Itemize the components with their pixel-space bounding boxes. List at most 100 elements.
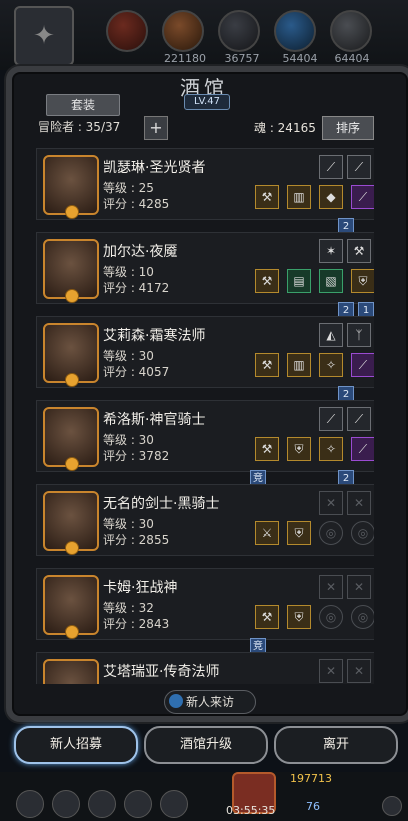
gem-amount: 76	[306, 800, 320, 813]
hero-portrait[interactable]	[43, 575, 99, 639]
hero-card[interactable]: 加尔达·夜魇 等级 : 10 评分 : 4172 ✶ ⚒ ⚒ ▤ ▧ ⛨	[36, 232, 374, 304]
hero-card[interactable]: 凯瑟琳·圣光贤者 等级 : 25 评分 : 4285 ⟋ ⟋ ⚒ ▥ ◆ ⟋	[36, 148, 374, 220]
staff-icon[interactable]: ⟋	[351, 185, 374, 209]
add-adventurer-button[interactable]: +	[144, 116, 168, 140]
hero-card[interactable]: 希洛斯·神官骑士 等级 : 30 评分 : 3782 ⟋ ⟋ ⚒ ⛨ ✧ ⟋	[36, 400, 374, 472]
hero-card[interactable]: 艾塔瑞亚·传奇法师等级 ✕✕	[36, 652, 374, 684]
hammer-icon[interactable]: ⚒	[347, 239, 371, 263]
new-visitor-label: 新人来访	[185, 695, 234, 709]
tavern-level-badge: LV.47	[184, 94, 230, 110]
hero-card[interactable]: 艾莉森·霜寒法师 等级 : 30 评分 : 4057 ◭ ᛉ ⚒ ▥ ✧ ⟋	[36, 316, 374, 388]
leave-button[interactable]: 离开	[274, 726, 398, 764]
empty-slot-icon[interactable]: ✕	[347, 659, 371, 683]
mace-icon[interactable]: ⚒	[255, 269, 279, 293]
hero-name: 凯瑟琳·圣光贤者	[103, 160, 206, 176]
guild-emblem-icon[interactable]: ✦	[14, 6, 74, 66]
menu-round-icon-3[interactable]	[88, 790, 116, 818]
blue-orb-icon[interactable]	[274, 10, 316, 52]
adventurer-count: 冒险者 : 35/37	[38, 120, 121, 134]
wand-icon[interactable]: ⚒	[255, 353, 279, 377]
hero-card[interactable]: 无名的剑士·黑骑士 等级 : 30 评分 : 2855 ✕ ✕ ⚔ ⛨ ◎ ◎	[36, 484, 374, 556]
tome-icon[interactable]: ▥	[287, 353, 311, 377]
menu-round-icon-1[interactable]	[16, 790, 44, 818]
hero-name: 艾莉森·霜寒法师	[103, 328, 206, 344]
staff-icon[interactable]: ⟋	[351, 353, 374, 377]
tome-icon[interactable]: ▥	[287, 185, 311, 209]
scroll-icon[interactable]: ▤	[287, 269, 311, 293]
talisman-icon[interactable]: ✧	[319, 353, 343, 377]
steel-orb-icon[interactable]	[218, 10, 260, 52]
menu-round-icon-5[interactable]	[160, 790, 188, 818]
hero-level: 等级 : 10	[103, 265, 154, 279]
staff-icon[interactable]: ⟋	[347, 407, 371, 431]
empty-slot-icon[interactable]: ✕	[319, 659, 343, 683]
upgrade-tavern-button[interactable]: 酒馆升级	[144, 726, 268, 764]
hero-portrait[interactable]	[43, 407, 99, 471]
wand-icon[interactable]: ⚒	[255, 185, 279, 209]
ring-icon[interactable]: ◎	[319, 521, 343, 545]
cloak-icon[interactable]: ▧	[319, 269, 343, 293]
hero-portrait[interactable]	[43, 155, 99, 219]
resource-value-4: 64404	[334, 52, 370, 65]
hero-rank-badge-icon	[65, 541, 79, 555]
visitor-icon	[169, 694, 183, 708]
coin-amount: 197713	[290, 772, 332, 785]
hero-portrait[interactable]	[43, 491, 99, 555]
hero-level: 等级 : 32	[103, 601, 154, 615]
soul-count: 魂 : 24165	[254, 121, 316, 135]
empty-slot-icon[interactable]: ✕	[347, 491, 371, 515]
set-tab-button[interactable]: 套装	[46, 94, 120, 116]
hero-portrait[interactable]	[43, 323, 99, 387]
gift-timer: 03:55:35	[226, 804, 276, 817]
hammer-icon[interactable]: ⚒	[255, 437, 279, 461]
bat-icon[interactable]: ✶	[319, 239, 343, 263]
ring-icon[interactable]: ◎	[351, 605, 374, 629]
empty-slot-icon[interactable]: ✕	[319, 491, 343, 515]
add-plus-icon[interactable]	[382, 796, 402, 816]
hero-rank-badge-icon	[65, 205, 79, 219]
recruit-button[interactable]: 新人招募	[14, 726, 138, 764]
silver-orb-icon[interactable]	[330, 10, 372, 52]
hero-name: 希洛斯·神官骑士	[103, 412, 206, 428]
axe-icon[interactable]: ⚒	[255, 605, 279, 629]
ring-icon[interactable]: ◎	[351, 521, 374, 545]
sort-button[interactable]: 排序	[322, 116, 374, 140]
hero-card[interactable]: 卡姆·狂战神 等级 : 32 评分 : 2843 ✕ ✕ ⚒ ⛨ ◎ ◎	[36, 568, 374, 640]
hero-level: 等级 : 30	[103, 433, 154, 447]
empty-slot-icon[interactable]: ✕	[347, 575, 371, 599]
hero-score: 评分 : 4172	[103, 281, 170, 295]
armor-icon[interactable]: ⛨	[351, 269, 374, 293]
ring-icon[interactable]: ◎	[319, 605, 343, 629]
hero-level: 等级	[103, 683, 127, 684]
talisman-icon[interactable]: ✧	[319, 437, 343, 461]
menu-round-icon-2[interactable]	[52, 790, 80, 818]
gem-icon[interactable]: ◆	[319, 185, 343, 209]
hero-score: 评分 : 4057	[103, 365, 170, 379]
hero-list[interactable]: 凯瑟琳·圣光贤者 等级 : 25 评分 : 4285 ⟋ ⟋ ⚒ ▥ ◆ ⟋ 2 加尔达·夜魇 等级 …	[36, 144, 374, 684]
armor-icon[interactable]: ⛨	[287, 605, 311, 629]
hero-portrait[interactable]	[43, 659, 99, 684]
resource-value-1: 221180	[164, 52, 206, 65]
sword-icon[interactable]: ⚔	[255, 521, 279, 545]
armor-icon[interactable]: ⛨	[287, 437, 311, 461]
resource-value-2: 36757	[224, 52, 260, 65]
hero-portrait[interactable]	[43, 239, 99, 303]
hero-rank-badge-icon	[65, 373, 79, 387]
crystal-orb-icon[interactable]	[162, 10, 204, 52]
staff-icon[interactable]: ⟋	[319, 155, 343, 179]
rune-icon[interactable]: ᛉ	[347, 323, 371, 347]
staff-icon[interactable]: ⟋	[319, 407, 343, 431]
hero-score: 评分 : 4285	[103, 197, 170, 211]
new-visitor-banner[interactable]: 新人来访	[164, 690, 256, 714]
hero-rank-badge-icon	[65, 289, 79, 303]
gold-orb-icon[interactable]	[106, 10, 148, 52]
empty-slot-icon[interactable]: ✕	[319, 575, 343, 599]
menu-round-icon-4[interactable]	[124, 790, 152, 818]
bell-icon[interactable]: ◭	[319, 323, 343, 347]
armor-icon[interactable]: ⛨	[287, 521, 311, 545]
staff-icon[interactable]: ⟋	[351, 437, 374, 461]
staff-icon[interactable]: ⟋	[347, 155, 371, 179]
hero-name: 无名的剑士·黑骑士	[103, 496, 220, 512]
hero-name: 加尔达·夜魇	[103, 244, 178, 260]
hero-name: 艾塔瑞亚·传奇法师	[103, 664, 220, 680]
